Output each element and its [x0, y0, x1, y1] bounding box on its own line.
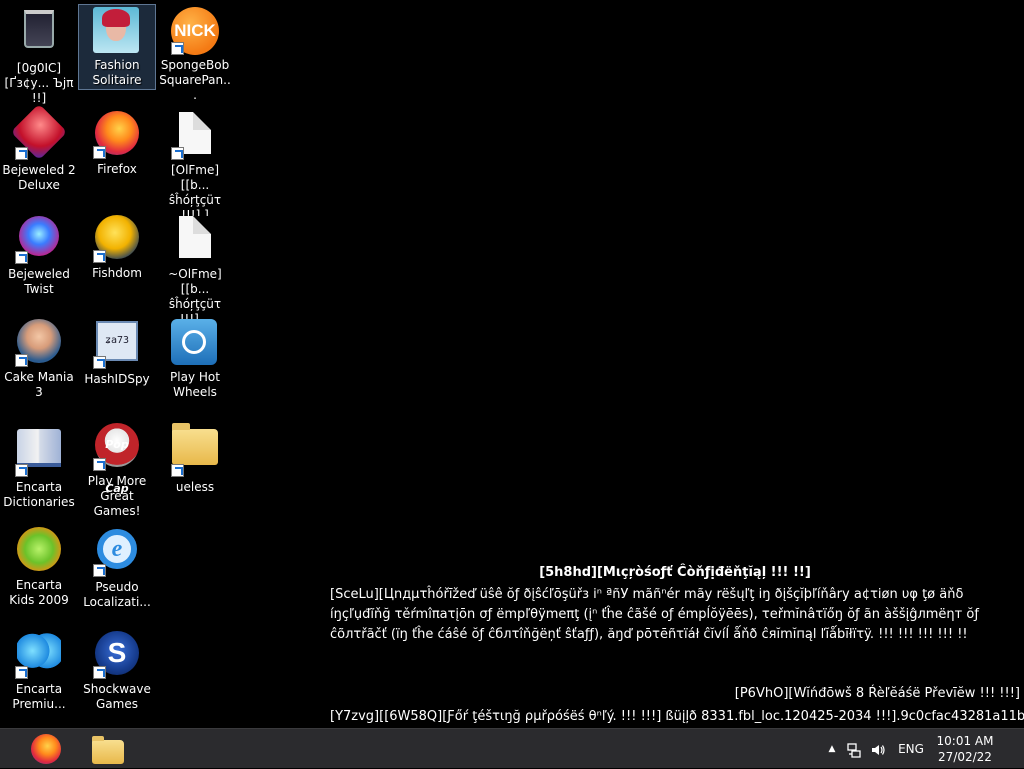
fashion-solitaire-icon	[93, 7, 139, 53]
icon-label: Fashion Solitaire	[92, 58, 142, 87]
desktop-icon-encarta-dictionaries[interactable]: Encarta Dictionaries	[0, 420, 78, 509]
desktop-icon-shockwave-games[interactable]: S Shockwave Games	[78, 628, 156, 714]
icon-label: ueless	[175, 480, 215, 494]
shortcut-arrow-icon	[93, 356, 106, 369]
icon-label: Play Hot Wheels	[170, 370, 220, 399]
icon-label: Encarta Kids 2009	[9, 578, 69, 607]
shortcut-arrow-icon	[15, 354, 28, 367]
shortcut-arrow-icon	[171, 42, 184, 55]
bejeweled-twist-icon	[19, 216, 59, 256]
clock-date: 27/02/22	[938, 750, 992, 764]
watermark-build: [Y7zvg][[6W58Q][Ƒőŕ ţéšτιŋğ ρμřρóśëś θⁿľ…	[330, 709, 1024, 724]
desktop: [0g0IC][Ґз¢у... Ъјπ !!] Bejeweled 2 Delu…	[0, 0, 1024, 728]
desktop-icon-hot-wheels[interactable]: Play Hot Wheels	[156, 316, 234, 402]
desktop-icon-cake-mania[interactable]: Cake Mania 3	[0, 316, 78, 402]
icon-label: Encarta Premiu...	[12, 682, 66, 711]
icon-label: Encarta Dictionaries	[3, 480, 75, 509]
encarta-dictionaries-icon	[17, 429, 61, 467]
watermark-body: [SceLu][Цnдμτĥóřīžеď üŝê ŏƒ ðįŝćľōşüřз і…	[330, 587, 979, 642]
shortcut-arrow-icon	[171, 464, 184, 477]
desktop-icon-firefox[interactable]: Firefox	[78, 108, 156, 194]
watermark-title: [5h8hd][Mιçŗòśoƒť Ĉòňƒịđëňţĭąļ !!! !!]	[539, 565, 811, 580]
icon-label: SpongeBob SquarePan...	[159, 58, 231, 102]
shortcut-arrow-icon	[15, 147, 28, 160]
shortcut-arrow-icon	[93, 458, 106, 471]
hot-wheels-icon	[171, 319, 217, 365]
taskbar-clock[interactable]: 10:01 AM 27/02/22	[930, 733, 1000, 765]
shortcut-arrow-icon	[93, 666, 106, 679]
icon-label: HashIDSpy	[84, 372, 150, 386]
hashidspy-icon: ʑa73	[96, 321, 138, 361]
network-icon[interactable]	[844, 729, 864, 769]
shortcut-arrow-icon	[15, 666, 28, 679]
desktop-icon-recycle-bin[interactable]: [0g0IC][Ґз¢у... Ъјπ !!]	[0, 4, 78, 105]
shortcut-arrow-icon	[93, 564, 106, 577]
desktop-icon-hashidspy[interactable]: ʑa73 HashIDSpy	[78, 316, 156, 402]
watermark-release: [P6VhO][Wĭńđōwš 8 Ŕèľĕáśë Přеvīĕw !!! !!…	[734, 686, 1020, 701]
icon-label: Bejeweled 2 Deluxe	[2, 163, 76, 192]
icon-label: Cake Mania 3	[4, 370, 74, 399]
icon-label: [0g0IC][Ґз¢у... Ъјπ !!]	[4, 61, 74, 105]
desktop-icon-ueless-folder[interactable]: ueless	[156, 420, 234, 506]
icon-label: Firefox	[97, 162, 137, 176]
icon-label: Bejeweled Twist	[8, 267, 70, 296]
volume-icon[interactable]	[868, 729, 888, 769]
desktop-icon-pseudo-localization[interactable]: e Pseudo Localizati...	[78, 524, 156, 610]
recycle-bin-icon	[24, 10, 54, 48]
system-tray: ▲ ENG 10:01 AM 27/02/22	[824, 729, 1024, 769]
desktop-icon-encarta-kids[interactable]: Encarta Kids 2009	[0, 524, 78, 610]
shortcut-arrow-icon	[15, 251, 28, 264]
shortcut-arrow-icon	[93, 146, 106, 159]
firefox-icon	[31, 734, 61, 764]
input-language-indicator[interactable]: ENG	[894, 729, 928, 769]
desktop-icon-encarta-premium[interactable]: Encarta Premiu...	[0, 628, 78, 714]
taskbar-app-firefox[interactable]	[24, 731, 68, 767]
shortcut-arrow-icon	[15, 464, 28, 477]
desktop-icon-shortcut-document[interactable]: [OlFme][[b... ŝĥóŗţçüτ !!!] ]	[156, 108, 234, 222]
desktop-icon-spongebob[interactable]: NICK SpongeBob SquarePan...	[156, 4, 234, 102]
clock-time: 10:01 AM	[936, 734, 994, 748]
taskbar-app-file-explorer[interactable]	[86, 731, 130, 767]
desktop-icon-bejeweled-2[interactable]: Bejeweled 2 Deluxe	[0, 103, 78, 194]
desktop-icon-fishdom[interactable]: Fishdom	[78, 212, 156, 298]
desktop-icon-popcap[interactable]: Pop Cap Play More Great Games!	[78, 420, 156, 518]
shortcut-arrow-icon	[171, 147, 184, 160]
document-icon	[179, 216, 211, 258]
taskbar: ▲ ENG 10:01 AM 27/02/22	[0, 728, 1024, 768]
icon-label: Shockwave Games	[83, 682, 151, 711]
show-hidden-icons-chevron-icon[interactable]: ▲	[824, 729, 840, 769]
shortcut-arrow-icon	[93, 250, 106, 263]
desktop-icon-temp-document[interactable]: ~OlFme][[b... ŝĥóŗţçüτ !!!]...	[156, 212, 234, 326]
icon-label: Fishdom	[92, 266, 142, 280]
desktop-icon-bejeweled-twist[interactable]: Bejeweled Twist	[0, 212, 78, 298]
folder-icon	[92, 736, 124, 764]
folder-icon	[172, 423, 218, 465]
icon-label: Pseudo Localizati...	[83, 580, 151, 609]
internet-explorer-icon: e	[97, 529, 137, 569]
desktop-icon-fashion-solitaire[interactable]: Fashion Solitaire	[78, 4, 156, 90]
encarta-kids-icon	[17, 527, 61, 571]
